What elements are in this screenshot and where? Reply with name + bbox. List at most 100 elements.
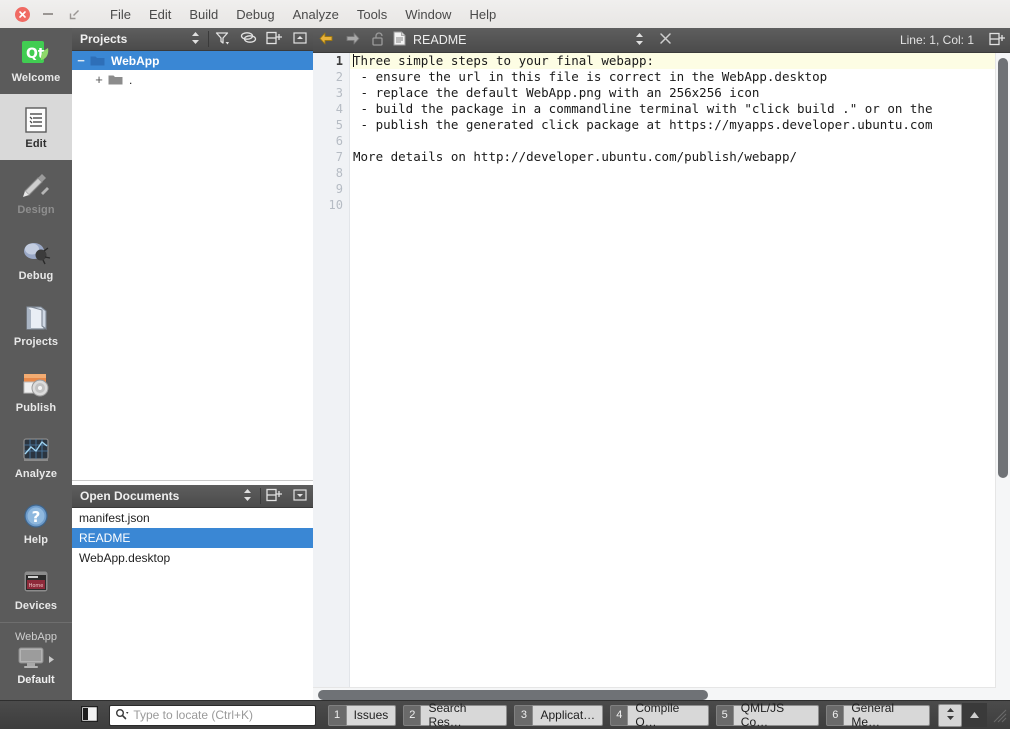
output-button-search-results[interactable]: 2 Search Res… (403, 701, 508, 729)
menu-bar: File Edit Build Debug Analyze Tools Wind… (101, 4, 505, 25)
tree-row-webapp[interactable]: − WebApp (72, 51, 313, 70)
close-pane-button[interactable] (287, 28, 313, 50)
window-controls (0, 0, 87, 28)
editor-body[interactable]: 1 2 3 4 5 6 7 8 9 10 Three simple steps … (313, 53, 1010, 702)
open-documents-pane-title: Open Documents (80, 489, 180, 503)
editor-file-dropdown-button[interactable] (626, 28, 652, 52)
code-line: - ensure the url in this file is correct… (353, 69, 828, 84)
sidebar-item-label: Projects (13, 336, 59, 348)
split-add-icon (266, 31, 282, 48)
close-pane-button[interactable] (287, 485, 313, 507)
menu-debug[interactable]: Debug (227, 4, 283, 25)
code-line: - replace the default WebApp.png with an… (353, 85, 760, 100)
sidebar-item-help[interactable]: ? Help (0, 490, 72, 556)
tree-expander-icon[interactable]: + (90, 73, 108, 86)
toggle-sidebar-button[interactable] (78, 705, 101, 725)
expand-output-pane-button[interactable] (961, 703, 987, 727)
cursor-position-label[interactable]: Line: 1, Col: 1 (890, 33, 984, 47)
kit-icon-row (17, 647, 55, 672)
projects-view-selector[interactable] (182, 28, 208, 50)
sidebar-item-label: Devices (14, 600, 58, 612)
output-button-label: Applicat… (532, 704, 604, 726)
code-text-area[interactable]: Three simple steps to your final webapp:… (350, 53, 996, 702)
list-item-readme[interactable]: README (72, 528, 313, 548)
output-button-compile-output[interactable]: 4 Compile O… (610, 701, 709, 729)
tree-row-dot[interactable]: + . (72, 70, 313, 89)
close-document-button[interactable] (652, 28, 678, 52)
sidebar-item-design: Design (0, 160, 72, 226)
sidebar-item-publish[interactable]: Publish (0, 358, 72, 424)
line-number: 6 (335, 134, 343, 148)
scrollbar-thumb[interactable] (998, 58, 1008, 478)
synchronize-button[interactable] (235, 28, 261, 50)
open-documents-view-selector[interactable] (234, 485, 260, 507)
lock-document-button[interactable] (365, 28, 391, 52)
split-add-icon (989, 32, 1005, 49)
output-button-general-messages[interactable]: 6 General Me… (826, 701, 931, 729)
folder-blue-icon (90, 55, 105, 67)
menu-help[interactable]: Help (460, 4, 505, 25)
document-label: README (79, 531, 131, 545)
sidebar-item-analyze[interactable]: Analyze (0, 424, 72, 490)
analyze-graph-icon (20, 434, 52, 466)
open-documents-list[interactable]: manifest.json README WebApp.desktop (72, 508, 313, 568)
restore-window-button[interactable] (61, 0, 87, 28)
menu-edit[interactable]: Edit (140, 4, 180, 25)
close-window-button[interactable] (9, 0, 35, 28)
output-button-qml-js-console[interactable]: 5 QML/JS Co… (715, 701, 820, 729)
code-line: - publish the generated click package at… (353, 117, 933, 132)
output-button-issues[interactable]: 1 Issues (327, 704, 397, 726)
sidebar-item-debug[interactable]: Debug (0, 226, 72, 292)
desktop-monitor-icon (17, 647, 45, 672)
line-number: 5 (335, 118, 343, 132)
split-editor-button[interactable] (984, 28, 1010, 52)
locator-placeholder: Type to locate (Ctrl+K) (133, 708, 254, 722)
sidebar-item-label: Analyze (14, 468, 58, 480)
projects-tree[interactable]: − WebApp + . (72, 51, 313, 480)
navigate-forward-button[interactable] (339, 28, 365, 52)
list-item-manifest[interactable]: manifest.json (72, 508, 313, 528)
output-button-label: Compile O… (627, 701, 709, 729)
line-number: 4 (335, 102, 343, 116)
sidebar-item-projects[interactable]: Projects (0, 292, 72, 358)
filter-tree-button[interactable] (209, 28, 235, 50)
sidebar-item-welcome[interactable]: Qt Welcome (0, 28, 72, 94)
scrollbar-thumb[interactable] (318, 690, 708, 700)
menu-file[interactable]: File (101, 4, 140, 25)
locator-input[interactable]: Type to locate (Ctrl+K) (109, 704, 316, 726)
menu-build[interactable]: Build (180, 4, 227, 25)
kit-selector[interactable]: WebApp Default (0, 623, 72, 686)
split-button[interactable] (261, 28, 287, 50)
minimize-window-button[interactable] (35, 0, 61, 28)
editor-vertical-scrollbar[interactable] (995, 53, 1010, 702)
sidebar-item-edit[interactable]: Edit (0, 94, 72, 160)
arrow-up-icon (969, 708, 980, 722)
output-shortcut-number: 2 (403, 704, 421, 726)
output-button-application-output[interactable]: 3 Applicat… (514, 704, 604, 726)
text-file-icon (393, 31, 406, 49)
updown-chevron-icon (243, 488, 252, 505)
close-icon (14, 6, 30, 22)
resize-grip-icon[interactable] (991, 707, 1007, 723)
editor-file-selector[interactable]: README (391, 31, 466, 49)
output-button-label: Issues (345, 704, 397, 726)
list-item-webapp-desktop[interactable]: WebApp.desktop (72, 548, 313, 568)
tree-row-label: WebApp (111, 53, 160, 68)
sidebar-item-label: Edit (25, 138, 47, 150)
svg-text:?: ? (32, 508, 41, 526)
menu-tools[interactable]: Tools (348, 4, 396, 25)
output-pane-selector[interactable] (938, 703, 962, 727)
sidebar-item-devices[interactable]: Home Devices (0, 556, 72, 622)
tree-expander-icon[interactable]: − (72, 54, 90, 67)
split-button[interactable] (261, 485, 287, 507)
menu-window[interactable]: Window (396, 4, 460, 25)
line-number-gutter: 1 2 3 4 5 6 7 8 9 10 (313, 53, 350, 702)
navigate-back-button[interactable] (313, 28, 339, 52)
menu-analyze[interactable]: Analyze (284, 4, 348, 25)
chevron-right-icon (48, 653, 55, 667)
qt-creator-window: File Edit Build Debug Analyze Tools Wind… (0, 0, 1010, 729)
code-line: Three simple steps to your final webapp: (350, 53, 996, 69)
